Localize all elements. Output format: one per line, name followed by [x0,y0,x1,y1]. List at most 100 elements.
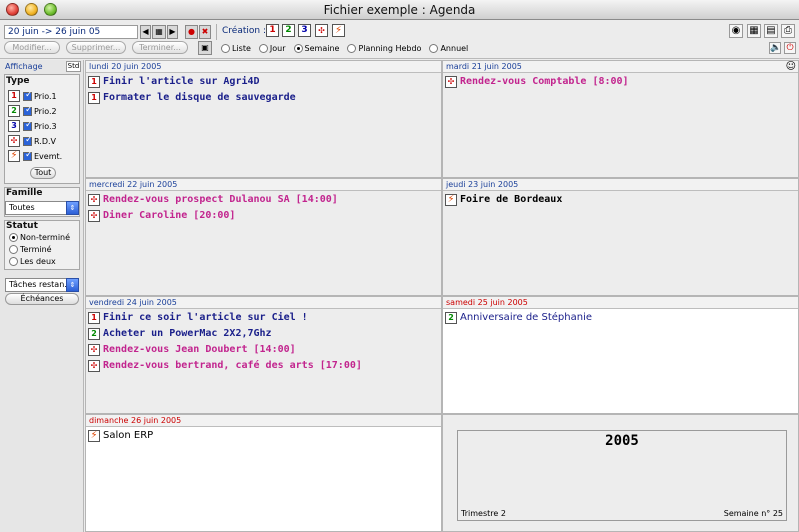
type-row-prio1[interactable]: 1 Prio.1 [8,90,57,102]
famille-select[interactable]: Toutes ⇕ [5,201,79,215]
day-cell-saturday[interactable]: samedi 25 juin 2005 2 Anniversaire de St… [442,296,799,414]
event-item[interactable]: ⚡ Foire de Bordeaux [445,192,798,207]
event-text: Rendez-vous Jean Doubert [14:00] [103,344,296,355]
speaker-icon[interactable]: 🔈 [769,42,781,54]
event-item[interactable]: 2 Anniversaire de Stéphanie [445,310,798,325]
non-termine-radio[interactable] [9,233,18,242]
tout-button[interactable]: Tout [30,167,56,179]
event-item[interactable]: ✣ Rendez-vous Jean Doubert [14:00] [88,342,441,357]
create-prio2-button[interactable]: 2 [282,24,295,37]
event-item[interactable]: 1 Finir ce soir l'article sur Ciel ! [88,310,441,325]
rdv-icon: ✣ [88,359,100,372]
summary-cell: 2005 Trimestre 2 Semaine n° 25 [442,414,799,532]
prio2-icon: 2 [8,105,20,117]
event-item[interactable]: ✣ Rendez-vous bertrand, café des arts [1… [88,358,441,373]
globe-icon[interactable]: ◉ [729,24,743,38]
day-header: samedi 25 juin 2005 [443,297,798,309]
day-header: dimanche 26 juin 2005 [86,415,441,427]
calendar-icon[interactable]: ▦ [152,25,166,39]
view-list-radio[interactable] [221,43,230,53]
view-week-radio[interactable] [293,43,303,53]
day-cell-thursday[interactable]: jeudi 23 juin 2005 ⚡ Foire de Bordeaux [442,178,799,296]
event-item[interactable]: 2 Acheter un PowerMac 2X2,7Ghz [88,326,441,341]
modify-button[interactable]: Modifier... [4,41,60,54]
day-cell-wednesday[interactable]: mercredi 22 juin 2005 ✣ Rendez-vous pros… [85,178,442,296]
event-item[interactable]: ✣ Rendez-vous Comptable [8:00] [445,74,798,89]
event-item[interactable]: 1 Finir l'article sur Agri4D [88,74,441,89]
year-summary: 2005 Trimestre 2 Semaine n° 25 [457,430,787,521]
event-item[interactable]: ✣ Diner Caroline [20:00] [88,208,441,223]
event-text: Acheter un PowerMac 2X2,7Ghz [103,328,272,339]
famille-value: Toutes [9,203,35,212]
list-view-icon[interactable]: ▤ [764,24,778,38]
event-label: Evemt. [34,151,63,161]
view-weekly-planning-radio[interactable] [347,43,357,53]
rdv-icon: ✣ [88,343,100,356]
event-text: Finir l'article sur Agri4D [103,76,260,87]
view-annual-label: Annuel [440,43,469,53]
view-selector: Liste Jour Semaine Planning Hebdo Annuel [221,42,476,54]
create-prio3-button[interactable]: 3 [298,24,311,37]
updown-arrow-icon: ⇕ [66,278,79,292]
view-annual-radio[interactable] [429,43,439,53]
delete-button[interactable]: Supprimer... [66,41,126,54]
date-range-field[interactable]: 20 juin -> 26 juin 05 [4,25,138,39]
prio2-checkbox[interactable] [23,105,33,116]
day-cell-sunday[interactable]: dimanche 26 juin 2005 ⚡ Salon ERP [85,414,442,532]
previous-week-button[interactable]: ◀ [140,25,151,39]
create-prio1-button[interactable]: 1 [266,24,279,37]
record-icon[interactable]: ● [185,25,198,39]
event-item[interactable]: 1 Formater le disque de sauvegarde [88,90,441,105]
les-deux-label: Les deux [20,257,56,266]
day-cell-monday[interactable]: lundi 20 juin 2005 1 Finir l'article sur… [85,60,442,178]
prio3-checkbox[interactable] [23,120,33,131]
day-header: mardi 21 juin 2005 [443,61,798,73]
power-icon[interactable]: ⏻ [784,42,796,54]
agenda-window: Fichier exemple : Agenda 20 juin -> 26 j… [0,0,799,532]
summary-week: Semaine n° 25 [723,509,783,518]
updown-arrow-icon: ⇕ [66,201,79,215]
famille-title: Famille [6,188,43,198]
event-item[interactable]: ✣ Rendez-vous prospect Dulanou SA [14:00… [88,192,441,207]
statut-non-termine[interactable]: Non-terminé [9,232,70,243]
echeances-button[interactable]: Échéances [5,293,79,305]
type-row-rdv[interactable]: ✣ R.D.V [8,135,56,147]
day-cell-tuesday[interactable]: mardi 21 juin 2005 ✣ Rendez-vous Comptab… [442,60,799,178]
type-row-prio2[interactable]: 2 Prio.2 [8,105,57,117]
day-cell-friday[interactable]: vendredi 24 juin 2005 1 Finir ce soir l'… [85,296,442,414]
stop-icon[interactable]: ✖ [199,25,211,39]
finish-button[interactable]: Terminer... [132,41,188,54]
folder-icon[interactable]: ▣ [198,41,212,55]
create-rdv-button[interactable]: ✣ [315,24,328,37]
prio1-checkbox[interactable] [23,90,33,101]
prio2-icon: 2 [88,327,100,340]
statut-termine[interactable]: Terminé [9,244,52,255]
grid-view-icon[interactable]: ▦ [747,24,761,38]
type-row-prio3[interactable]: 3 Prio.3 [8,120,57,132]
taches-value: Tâches restan... [9,280,72,289]
day-header: lundi 20 juin 2005 [86,61,441,73]
prio1-icon: 1 [88,75,100,88]
lightning-icon: ⚡ [88,429,100,442]
event-item[interactable]: ⚡ Salon ERP [88,428,441,443]
rdv-icon: ✣ [8,135,20,147]
taches-select[interactable]: Tâches restan... ⇕ [5,278,79,292]
summary-year: 2005 [605,433,639,449]
create-event-button[interactable]: ⚡ [332,24,345,37]
view-week-label: Semaine [304,43,340,53]
event-checkbox[interactable] [23,150,33,161]
print-icon[interactable]: ⎙ [781,24,795,38]
next-week-button[interactable]: ▶ [167,25,178,39]
statut-title: Statut [6,221,38,231]
type-row-event[interactable]: ⚡ Evemt. [8,150,62,162]
smiley-icon[interactable]: ☺ [786,61,796,72]
view-day-radio[interactable] [258,43,268,53]
termine-radio[interactable] [9,245,18,254]
rdv-icon: ✣ [88,209,100,222]
std-button[interactable]: Std [66,61,81,72]
statut-les-deux[interactable]: Les deux [9,256,56,267]
summary-trimestre: Trimestre 2 [461,509,506,518]
event-text: Formater le disque de sauvegarde [103,92,296,103]
les-deux-radio[interactable] [9,257,18,266]
rdv-checkbox[interactable] [23,135,33,146]
